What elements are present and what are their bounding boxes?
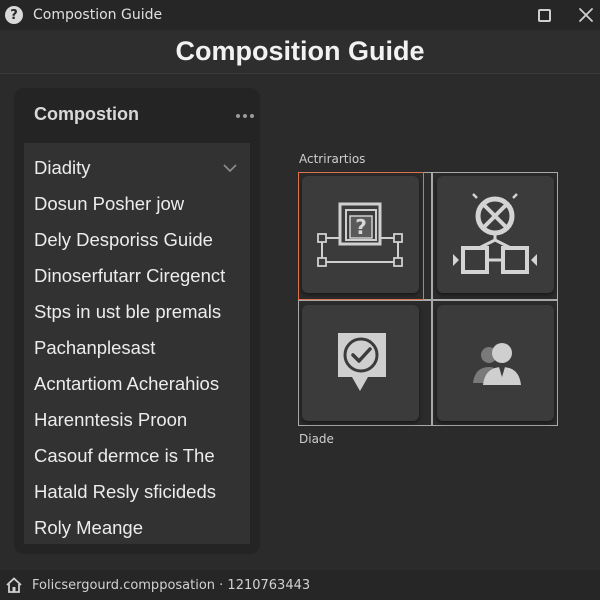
users-icon (473, 343, 521, 385)
tile-connection-diagram[interactable] (437, 176, 554, 293)
checkmark-badge-icon (338, 333, 386, 391)
list-item[interactable]: Dosun Posher jow (34, 191, 184, 217)
chevron-down-icon[interactable] (223, 163, 237, 173)
title-bar: ? Compostion Guide (0, 0, 600, 30)
close-icon (579, 8, 593, 22)
help-icon[interactable]: ? (5, 6, 23, 24)
page-header: Composition Guide (0, 30, 600, 74)
window-title: Compostion Guide (33, 7, 163, 23)
tile-users[interactable] (437, 305, 554, 421)
list-item[interactable]: Pachanplesast (34, 335, 155, 361)
list-item[interactable]: Dinoserfutarr Ciregenct (34, 263, 225, 289)
composition-panel: Compostion Diadity Dosun Posher jow Dely… (14, 88, 260, 554)
selected-tile-outline (298, 172, 424, 300)
home-icon[interactable] (5, 576, 23, 594)
more-horizontal-icon[interactable] (236, 114, 254, 118)
list-item[interactable]: Roly Meange (34, 515, 143, 541)
list-item[interactable]: Casouf dermce is The (34, 443, 215, 469)
list-item[interactable]: Diadity (34, 155, 91, 181)
list-item[interactable]: Hatald Resly sficideds (34, 479, 216, 505)
status-text: Folicsergourd.compposation · 1210763443 (32, 577, 311, 593)
status-bar: Folicsergourd.compposation · 1210763443 (0, 570, 600, 600)
list-item[interactable]: Dely Desporiss Guide (34, 227, 213, 253)
list-item[interactable]: Harenntesis Proon (34, 407, 187, 433)
composition-list: Diadity Dosun Posher jow Dely Desporiss … (24, 143, 250, 544)
close-button[interactable] (576, 5, 596, 25)
panel-title: Compostion (34, 104, 139, 124)
list-item[interactable]: Acntartiom Acherahios (34, 371, 219, 397)
grid-bottom-label: Diade (299, 432, 334, 446)
list-item[interactable]: Stps in ust ble premals (34, 299, 221, 325)
maximize-button[interactable] (534, 5, 554, 25)
grid-top-label: Actrirartios (299, 152, 366, 166)
connection-diagram-icon (453, 193, 537, 274)
page-title: Composition Guide (175, 36, 425, 66)
tile-checkmark-badge[interactable] (302, 305, 419, 421)
maximize-icon (537, 8, 551, 22)
